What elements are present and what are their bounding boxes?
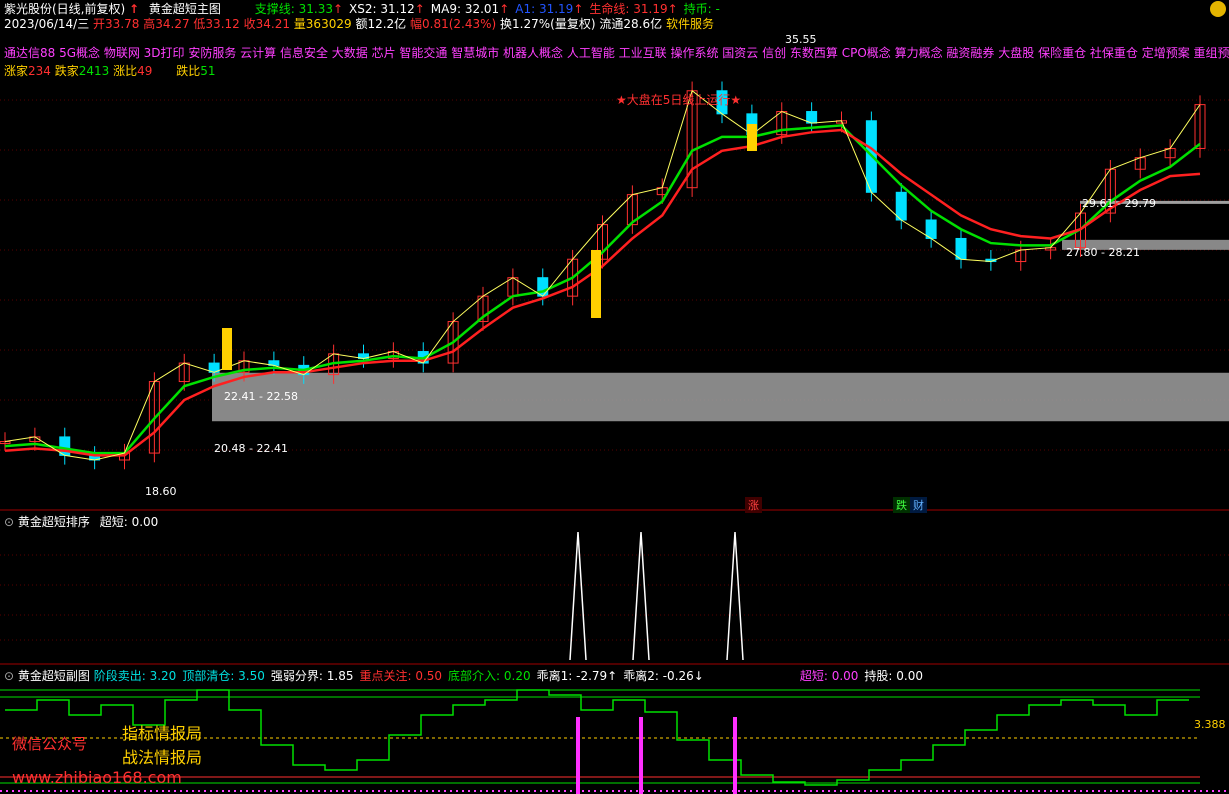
up-arrow-icon: ↑ [667,2,678,16]
up-arrow-icon: ↑ [332,2,344,16]
zone1-bottom-label: 20.48 - 22.41 [214,442,288,455]
quote-volume: 量363029 [293,17,352,31]
quote-industry[interactable]: 软件服务 [666,17,714,31]
quote-close: 收34.21 [243,17,290,31]
panel3-value-0: 阶段卖出: 3.20 [93,669,177,683]
panel3-value-4: 底部介入: 0.20 [448,669,531,683]
peak-label: 35.55 [785,33,817,46]
quote-open: 开33.78 [93,17,140,31]
indicator-value-3: A1: 31.19↑ [515,2,584,16]
down-count: 2413 [78,64,110,78]
panel3-collapse-icon[interactable]: ⊙ [4,669,14,683]
quote-high: 高34.27 [143,17,190,31]
quote-amount: 额12.2亿 [355,17,407,31]
signal-bar [747,124,757,151]
down-ratio: 51 [200,64,216,78]
signal-bar [591,250,601,318]
candle-body [895,191,907,221]
ranking-spike [632,531,650,661]
zone2-bottom-label: 27.80 - 28.21 [1066,246,1140,259]
candle-body [59,436,71,456]
market-breadth: 涨家234 跌家2413 涨比49 跌比51 [4,62,216,79]
fall-tag[interactable]: 跌 [893,497,910,513]
panel2-title[interactable]: 黄金超短排序 [18,515,90,529]
menu-icon[interactable] [1210,1,1226,17]
panel2-collapse-icon[interactable]: ⊙ [4,515,14,529]
indicator-value-4: 生命线: 31.19↑ [589,2,678,16]
rise-tag[interactable]: 涨 [745,497,762,513]
panel3-value-5: 乖离1: -2.79↑ [536,669,618,683]
title-bar: 紫光股份(日线,前复权) ↑ 黄金超短主图 支撑线: 31.33↑ XS2: 31… [4,0,726,16]
ranking-spike [569,531,587,661]
candle-body [537,277,549,297]
down-count-label: 跌家 [54,64,79,78]
indicator-name[interactable]: 黄金超短主图 [149,2,221,16]
panel3-value-3: 重点关注: 0.50 [359,669,443,683]
up-arrow-icon: ↑ [499,2,510,16]
panel2-header: ⊙ 黄金超短排序 超短: 0.00 [4,513,158,530]
up-ratio: 49 [137,64,153,78]
panel3-title[interactable]: 黄金超短副图 [18,669,90,683]
panel3-value-6: 乖离2: -0.26↓ [623,669,704,683]
zone1-top-label: 22.41 - 22.58 [224,390,298,403]
panel3-value-label: 3.388 [1194,718,1226,731]
panel3-value-1: 顶部清仓: 3.50 [182,669,265,683]
signal-bar [222,328,232,370]
indicator-value-5: 持币: - [683,2,720,16]
panel3-value-7: 超短: 0.00 [799,669,859,683]
zone2-top-label: 29.61 - 29.79 [1082,197,1156,210]
low-label: 18.60 [145,485,177,498]
panel2-value: 超短: 0.00 [99,515,159,529]
indicator-values: 支撑线: 31.33↑ XS2: 31.12↑ MA9: 32.01↑ A1: 31.… [255,2,726,16]
up-arrow-icon: ↑ [129,2,140,16]
up-count-label: 涨家 [4,64,29,78]
up-arrow-icon: ↑ [573,2,584,16]
concept-tags: 通达信88 5G概念 物联网 3D打印 安防服务 云计算 信息安全 大数据 芯片… [4,46,1229,60]
panel3-value-8: 持股: 0.00 [864,669,923,683]
quote-float: 流通28.6亿 [599,17,663,31]
watermark-brand1: 指标情报局 [122,724,203,743]
watermark-wechat: 微信公众号 [12,735,88,753]
up-arrow-icon: ↑ [414,2,425,16]
quote-low: 低33.12 [193,17,240,31]
indicator-value-1: XS2: 31.12↑ [349,2,425,16]
ranking-spike [726,531,744,661]
panel3-value-2: 强弱分界: 1.85 [270,669,354,683]
support-zone [212,372,1229,422]
quote-date: 2023/06/14/三 [4,17,90,31]
watermark-url: www.zhibiao168.com [12,768,182,787]
up-ratio-label: 涨比 [113,64,138,78]
watermark-brand2: 战法情报局 [122,748,203,767]
quote-turnover: 换1.27%(量复权) [500,17,596,31]
up-count: 234 [28,64,51,78]
market-note: ★大盘在5日线上运行★ [616,93,742,107]
quote-change: 幅0.81(2.43%) [410,17,497,31]
quote-bar: 2023/06/14/三 开33.78 高34.27 低33.12 收34.21… [4,15,714,31]
down-ratio-label: 跌比 [176,64,201,78]
panel3-values: 阶段卖出: 3.20 顶部清仓: 3.50 强弱分界: 1.85 重点关注: 0.50… [94,669,929,683]
indicator-value-2: MA9: 32.01↑ [430,2,510,16]
stock-name[interactable]: 紫光股份(日线,前复权) [4,2,125,16]
indicator-value-0: 支撑线: 31.33↑ [254,2,344,16]
finance-tag[interactable]: 财 [910,497,927,513]
panel3-header: ⊙ 黄金超短副图 阶段卖出: 3.20 顶部清仓: 3.50 强弱分界: 1.85 重… [4,667,929,684]
candle-body [955,237,967,260]
candle-body [925,219,937,239]
